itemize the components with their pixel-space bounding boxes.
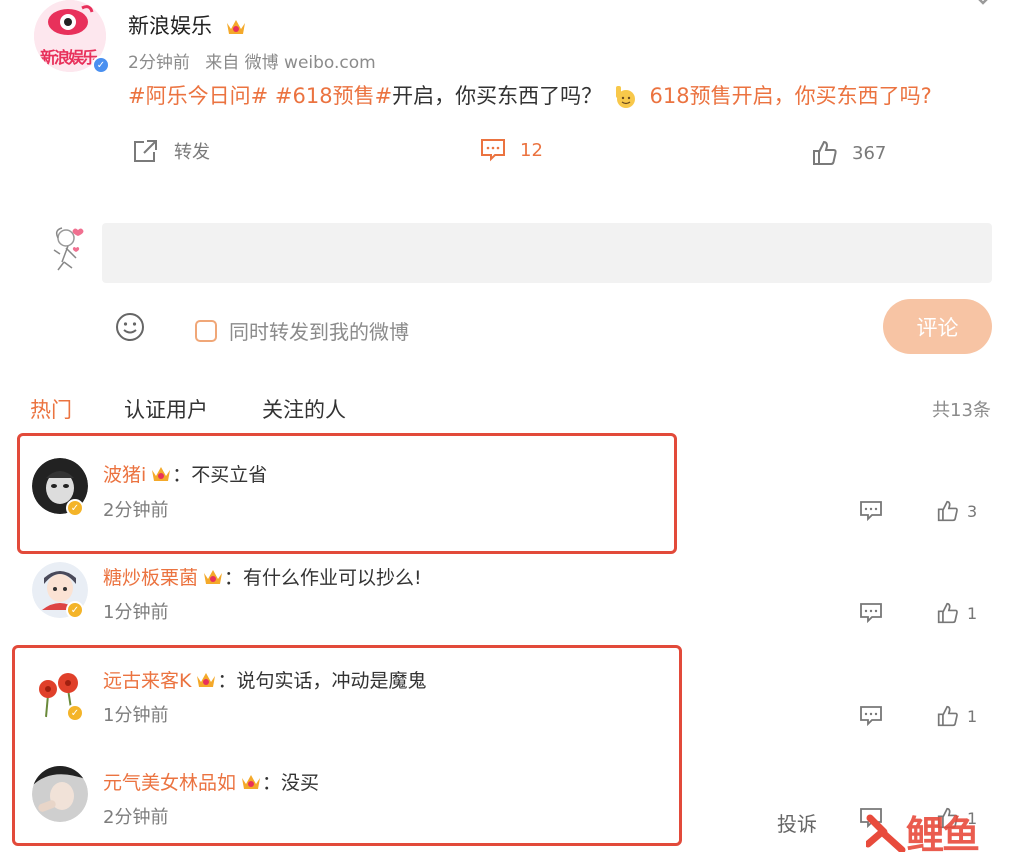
comment-content: 糖炒板栗菌 ： 有什么作业可以抄么! <box>103 563 422 590</box>
submit-comment-button[interactable]: 评论 <box>883 299 992 354</box>
post-source[interactable]: 来自 微博 weibo.com <box>205 53 376 73</box>
separator: ： <box>224 567 244 589</box>
comment-button[interactable]: 12 <box>480 138 543 162</box>
post-link[interactable]: 618预售开启，你买东西了吗? <box>650 84 932 108</box>
reply-icon[interactable] <box>859 705 883 727</box>
crown-icon <box>197 672 216 687</box>
topic-link[interactable]: #618预售# <box>275 84 392 108</box>
crown-icon <box>242 774 261 789</box>
tab-verified[interactable]: 认证用户 <box>124 394 208 424</box>
crown-icon <box>226 20 245 34</box>
thumbs-up-icon <box>937 705 958 727</box>
separator: ： <box>217 670 237 692</box>
comment-time: 1分钟前 <box>103 602 169 623</box>
comment-text: 说句实话，冲动是魔鬼 <box>236 670 427 692</box>
separator: ： <box>262 772 282 794</box>
comment-count: 12 <box>520 139 543 161</box>
post-text: #阿乐今日问# #618预售#开启，你买东西了吗？ 618预售开启，你买东西了吗… <box>128 80 932 110</box>
comment-time: 2分钟前 <box>103 500 169 521</box>
crown-icon <box>204 569 223 584</box>
verified-icon: ✓ <box>66 704 84 722</box>
comment-like-count: 1 <box>967 603 978 623</box>
commenter-name[interactable]: 远古来客K <box>103 666 191 693</box>
thumbs-up-icon <box>813 140 837 165</box>
post-time: 2分钟前 <box>128 53 190 73</box>
avatar-logo-text: 新浪娱乐 <box>40 48 98 67</box>
repost-checkbox-label: 同时转发到我的微博 <box>229 320 409 344</box>
user-avatar[interactable] <box>46 224 88 272</box>
thumbs-up-icon <box>937 500 958 522</box>
repost-icon <box>134 140 157 162</box>
commenter-name[interactable]: 元气美女林品如 <box>103 768 236 795</box>
post-body: 开启，你买东西了吗？ <box>392 84 603 108</box>
reply-icon[interactable] <box>859 602 883 624</box>
separator: ： <box>172 464 192 486</box>
thumbs-up-icon <box>937 602 958 624</box>
repost-label: 转发 <box>174 142 210 163</box>
watermark-text: 鲤鱼 <box>906 813 980 852</box>
comment-like-button[interactable]: 3 <box>937 500 977 522</box>
reply-icon[interactable] <box>859 500 883 522</box>
watermark-mark-icon <box>866 814 906 852</box>
verified-icon: ✓ <box>66 601 84 619</box>
tab-hot[interactable]: 热门 <box>30 394 72 424</box>
comment-content: 远古来客K ： 说句实话，冲动是魔鬼 <box>103 666 427 693</box>
like-count: 367 <box>852 142 887 164</box>
comment-avatar[interactable] <box>32 766 88 822</box>
post-meta: 2分钟前 来自 微博 weibo.com <box>128 48 386 73</box>
author-name[interactable]: 新浪娱乐 <box>128 14 212 38</box>
like-button[interactable]: 367 <box>812 140 886 166</box>
comment-content: 波猪i ： 不买立省 <box>103 460 267 487</box>
emoji-icon[interactable] <box>114 311 146 343</box>
comment-text: 没买 <box>281 772 320 794</box>
repost-button[interactable]: 转发 <box>132 138 210 164</box>
comment-time: 1分钟前 <box>103 705 169 726</box>
highlight-box <box>17 433 677 554</box>
comment-time: 2分钟前 <box>103 807 169 828</box>
comment-like-count: 3 <box>967 501 978 521</box>
comment-like-button[interactable]: 1 <box>937 602 977 624</box>
crown-icon <box>152 466 171 481</box>
comment-like-count: 1 <box>967 706 978 726</box>
commenter-name[interactable]: 波猪i <box>103 460 146 487</box>
comment-like-button[interactable]: 1 <box>937 705 977 727</box>
repost-checkbox[interactable] <box>195 319 217 342</box>
report-button[interactable]: 投诉 <box>777 808 817 837</box>
verified-icon: ✓ <box>66 499 84 517</box>
comment-total: 共13条 <box>932 400 991 421</box>
repost-checkbox-row[interactable]: 同时转发到我的微博 <box>195 316 409 345</box>
tab-following[interactable]: 关注的人 <box>262 394 346 424</box>
topic-link[interactable]: #阿乐今日问# <box>128 84 268 108</box>
raise-hand-emoji-icon <box>613 84 639 110</box>
comment-text: 不买立省 <box>191 464 268 486</box>
comment-text: 有什么作业可以抄么! <box>243 567 422 589</box>
comment-input[interactable] <box>102 223 992 283</box>
comment-icon <box>481 139 505 162</box>
verified-icon: ✓ <box>92 56 110 74</box>
comment-content: 元气美女林品如 ： 没买 <box>103 768 319 795</box>
watermark-logo: 鲤鱼 <box>866 804 980 852</box>
commenter-name[interactable]: 糖炒板栗菌 <box>103 563 198 590</box>
chevron-down-icon[interactable] <box>974 0 992 6</box>
post-author[interactable]: 新浪娱乐 <box>128 10 247 40</box>
